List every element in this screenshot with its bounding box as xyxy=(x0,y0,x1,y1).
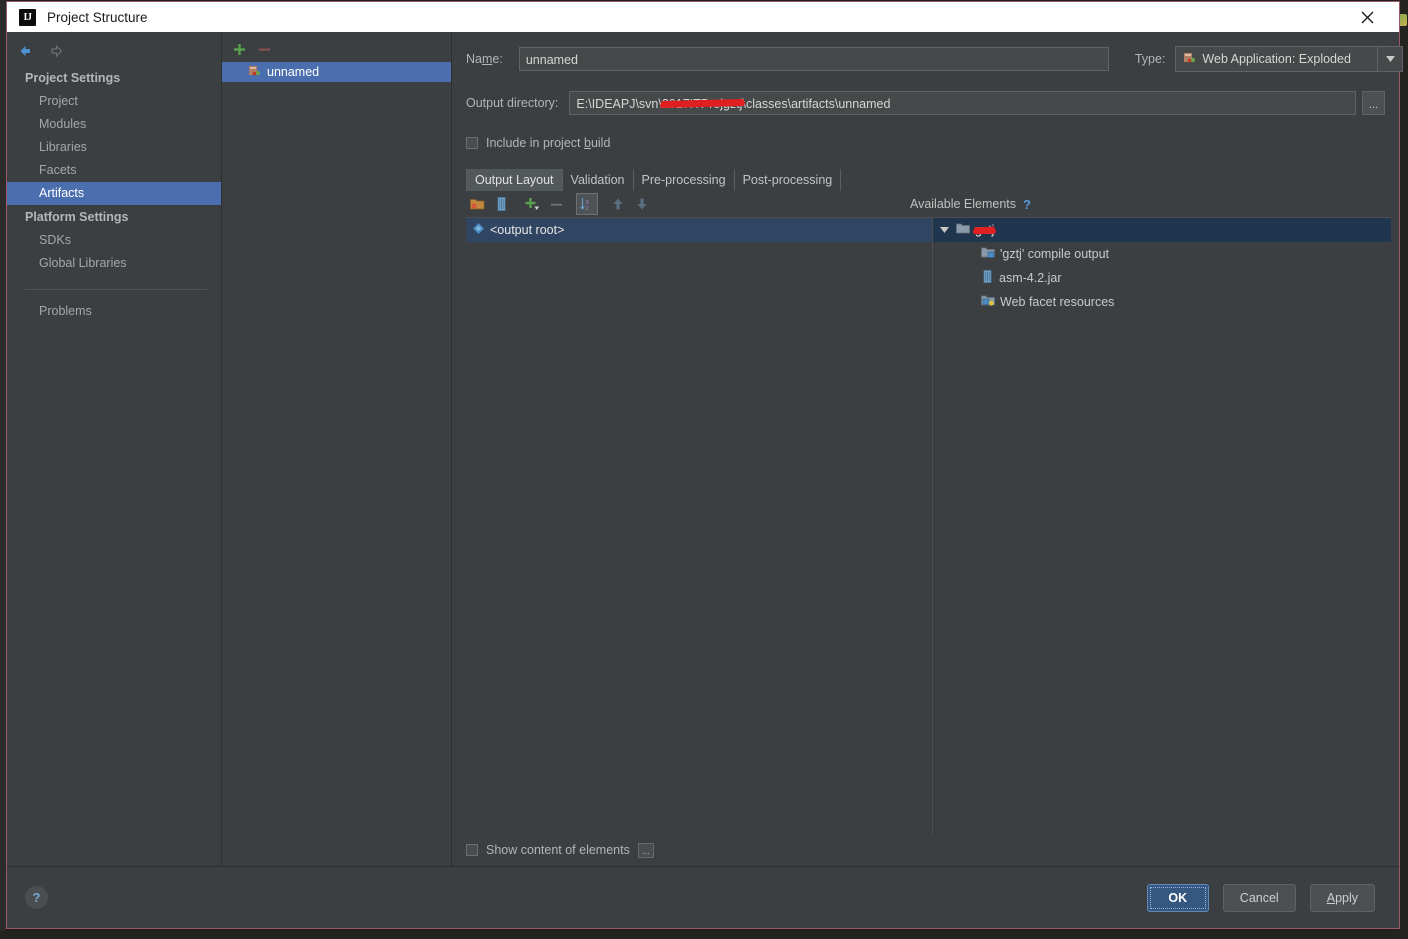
dialog-buttons: OK Cancel Apply xyxy=(1146,883,1375,912)
output-directory-suffix: \classes\artifacts\unnamed xyxy=(742,97,891,111)
sidebar-group-platform-settings: Platform Settings xyxy=(25,210,129,224)
sidebar-item-libraries[interactable]: Libraries xyxy=(7,136,221,159)
include-in-build-checkbox[interactable] xyxy=(466,137,478,149)
available-elements-tree: gztj 'gztj' compile output asm-4.2.jar W… xyxy=(933,218,1391,834)
window-title: Project Structure xyxy=(47,9,148,25)
name-input[interactable]: unnamed xyxy=(518,47,1109,71)
list-item-label: unnamed xyxy=(267,65,320,79)
tree-row[interactable]: gztj xyxy=(933,218,1391,242)
module-folder-icon xyxy=(956,222,970,238)
available-elements-header: Available Elements ? xyxy=(910,197,1391,212)
tab-validation[interactable]: Validation xyxy=(563,169,634,191)
chevron-down-icon[interactable] xyxy=(1377,47,1402,71)
tree-row-label: Web facet resources xyxy=(1000,295,1115,309)
navigation-arrows xyxy=(7,36,221,66)
web-application-icon xyxy=(1183,51,1196,67)
archive-icon[interactable] xyxy=(490,193,512,215)
show-content-row: Show content of elements ... xyxy=(452,834,1399,866)
sidebar-item-project[interactable]: Project xyxy=(7,90,221,113)
tree-row[interactable]: <output root> xyxy=(466,218,932,242)
tab-output-layout[interactable]: Output Layout xyxy=(466,169,563,191)
type-combo-value: Web Application: Exploded xyxy=(1202,52,1351,66)
layout-split: <output root> gztj 'gztj' compile output… xyxy=(466,218,1391,834)
minus-icon[interactable] xyxy=(545,193,567,215)
tree-row-label: <output root> xyxy=(490,223,565,237)
include-in-build-label[interactable]: Include in project build xyxy=(486,136,610,150)
type-combo[interactable]: Web Application: Exploded xyxy=(1175,46,1404,72)
tab-post-processing[interactable]: Post-processing xyxy=(735,169,842,191)
sidebar-item-modules[interactable]: Modules xyxy=(7,113,221,136)
close-icon[interactable] xyxy=(1345,2,1389,32)
settings-sidebar: Project Settings Project Modules Librari… xyxy=(7,32,222,866)
arrow-down-icon[interactable] xyxy=(631,193,653,215)
sidebar-item-facets[interactable]: Facets xyxy=(7,159,221,182)
svg-text:z: z xyxy=(586,206,589,211)
sidebar-item-sdks[interactable]: SDKs xyxy=(7,229,221,252)
plus-dropdown-icon[interactable] xyxy=(521,193,543,215)
ok-button[interactable]: OK xyxy=(1146,883,1209,912)
show-content-label[interactable]: Show content of elements xyxy=(486,843,630,857)
list-item[interactable]: unnamed xyxy=(222,62,451,82)
artifact-list-toolbar xyxy=(222,32,451,62)
name-label: Name: xyxy=(466,52,503,66)
tree-row-label: gztj xyxy=(975,223,995,237)
tree-row[interactable]: Web facet resources xyxy=(933,290,1391,314)
arrow-left-icon[interactable] xyxy=(16,42,34,60)
jar-icon xyxy=(981,270,994,286)
name-input-value: unnamed xyxy=(525,53,578,67)
add-artifact-button[interactable] xyxy=(229,39,249,59)
available-elements-title: Available Elements xyxy=(909,197,1017,211)
sidebar-group-project-settings: Project Settings xyxy=(25,71,121,85)
sidebar-item-problems[interactable]: Problems xyxy=(7,300,221,323)
web-facet-icon xyxy=(981,294,995,310)
question-mark-icon[interactable]: ? xyxy=(25,886,48,909)
artifact-list-panel: unnamed xyxy=(222,32,452,866)
dialog-body: Project Settings Project Modules Librari… xyxy=(7,32,1404,866)
show-content-options-button[interactable]: ... xyxy=(637,842,654,858)
output-layout-toolbar: a z Available Elements ? xyxy=(466,191,1391,218)
remove-artifact-button[interactable] xyxy=(254,39,274,59)
sidebar-divider xyxy=(25,289,207,290)
output-root-icon xyxy=(472,222,485,238)
arrow-right-icon xyxy=(48,42,66,60)
compile-output-icon xyxy=(981,246,995,262)
dialog-footer: ? OK Cancel Apply xyxy=(7,866,1399,928)
output-directory-redacted: 2017ITProjgztj xyxy=(662,92,743,114)
sidebar-item-global-libraries[interactable]: Global Libraries xyxy=(7,252,221,275)
type-label: Type: xyxy=(1134,52,1166,66)
project-structure-dialog: IJ Project Structure Project Settings Pr… xyxy=(6,1,1404,929)
artifact-detail-panel: Name: unnamed Type: Web Application: Exp… xyxy=(452,32,1404,866)
output-directory-input[interactable]: E:\IDEAPJ\svn\2017ITProjgztj\classes\art… xyxy=(569,91,1356,115)
include-in-build-row: Include in project build xyxy=(452,128,1399,158)
tab-pre-processing[interactable]: Pre-processing xyxy=(634,169,735,191)
arrow-up-icon[interactable] xyxy=(607,193,629,215)
title-bar: IJ Project Structure xyxy=(7,2,1399,32)
output-directory-label: Output directory: xyxy=(466,96,559,110)
tree-row-label: 'gztj' compile output xyxy=(1000,247,1109,261)
desktop-bottom-strip xyxy=(0,931,1408,939)
output-directory-row: Output directory: E:\IDEAPJ\svn\2017ITPr… xyxy=(452,88,1399,118)
folder-add-icon[interactable] xyxy=(466,193,488,215)
svg-text:a: a xyxy=(586,200,590,206)
tree-row[interactable]: 'gztj' compile output xyxy=(933,242,1391,266)
show-content-checkbox[interactable] xyxy=(466,844,478,856)
output-directory-prefix: E:\IDEAPJ\svn\ xyxy=(576,97,662,111)
cancel-button[interactable]: Cancel xyxy=(1222,883,1296,912)
artifact-list: unnamed xyxy=(222,62,451,866)
intellij-idea-logo-icon: IJ xyxy=(19,8,36,26)
browse-output-directory-button[interactable]: ... xyxy=(1362,91,1385,115)
apply-button[interactable]: Apply xyxy=(1309,883,1375,912)
sidebar-item-artifacts[interactable]: Artifacts xyxy=(7,182,221,205)
sort-az-icon[interactable]: a z xyxy=(576,193,598,215)
question-mark-icon[interactable]: ? xyxy=(1023,197,1031,212)
output-layout-tree: <output root> xyxy=(466,218,933,834)
chevron-down-icon[interactable] xyxy=(937,227,951,233)
tree-row[interactable]: asm-4.2.jar xyxy=(933,266,1391,290)
tree-row-label: asm-4.2.jar xyxy=(999,271,1062,285)
detail-tabs: Output Layout Validation Pre-processing … xyxy=(452,168,1399,191)
web-application-icon xyxy=(248,64,261,80)
type-combo-text: Web Application: Exploded xyxy=(1176,51,1377,67)
name-row: Name: unnamed Type: Web Application: Exp… xyxy=(452,44,1404,74)
